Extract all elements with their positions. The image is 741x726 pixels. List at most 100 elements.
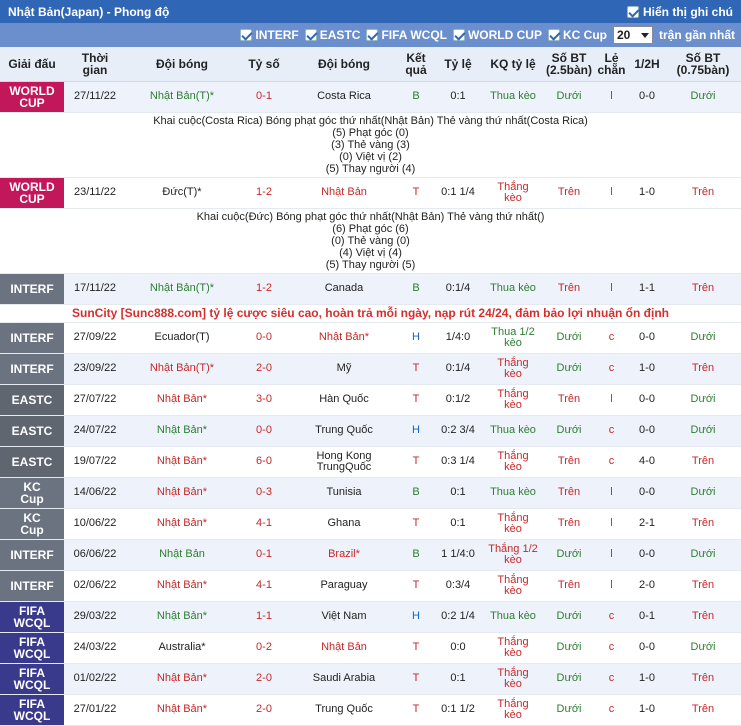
match-score[interactable]: 0-0 xyxy=(238,322,290,354)
league-badge[interactable]: KC Cup xyxy=(0,508,64,540)
match-score[interactable]: 0-2 xyxy=(238,632,290,664)
league-badge[interactable]: KC Cup xyxy=(0,477,64,509)
filter-interf-checkbox[interactable] xyxy=(240,29,253,41)
home-team[interactable]: Nhật Bản* xyxy=(126,415,238,447)
column-header: Số BT (0.75bàn) xyxy=(665,47,741,82)
match-score[interactable]: 0-3 xyxy=(238,477,290,509)
results-table: Giải đấu Thời gian Đội bóng Tỷ số Đội bóng Kết… xyxy=(0,47,741,726)
over-under-0-75: Dưới xyxy=(665,415,741,447)
match-date: 10/06/22 xyxy=(64,508,126,540)
away-team[interactable]: Paraguay xyxy=(290,570,398,602)
home-team[interactable]: Nhật Bản* xyxy=(126,663,238,695)
table-row: INTERF 06/06/22 Nhật Bản 0-1 Brazil* B 1 1/4:0… xyxy=(0,539,741,571)
home-team[interactable]: Nhật Bản* xyxy=(126,508,238,540)
filter-eastc-checkbox[interactable] xyxy=(304,29,317,41)
match-score[interactable]: 1-1 xyxy=(238,601,290,633)
match-date: 27/11/22 xyxy=(64,81,126,113)
away-team[interactable]: Nhật Bản xyxy=(290,632,398,664)
league-badge[interactable]: WORLD CUP xyxy=(0,177,64,209)
filter-eastc[interactable]: EASTC xyxy=(304,28,360,42)
home-team[interactable]: Nhật Bản(T)* xyxy=(126,353,238,385)
show-notes-checkbox[interactable] xyxy=(627,5,639,18)
filter-interf[interactable]: INTERF xyxy=(240,28,299,42)
away-team[interactable]: Mỹ xyxy=(290,353,398,385)
away-team[interactable]: Việt Nam xyxy=(290,601,398,633)
match-score[interactable]: 0-0 xyxy=(238,415,290,447)
away-team[interactable]: Nhật Bản xyxy=(290,177,398,209)
home-team[interactable]: Nhật Bản* xyxy=(126,570,238,602)
match-score[interactable]: 1-2 xyxy=(238,177,290,209)
match-score[interactable]: 3-0 xyxy=(238,384,290,416)
match-detail-row: Khai cuộc(Costa Rica) Bóng phạt góc thứ … xyxy=(0,112,741,178)
over-under-2-5: Dưới xyxy=(544,539,594,571)
away-team[interactable]: Nhật Bản* xyxy=(290,322,398,354)
filter-kc-cup-checkbox[interactable] xyxy=(547,29,560,41)
league-badge[interactable]: EASTC xyxy=(0,415,64,447)
league-badge[interactable]: INTERF xyxy=(0,570,64,602)
home-team[interactable]: Nhật Bản xyxy=(126,539,238,571)
match-count-select[interactable]: 20 xyxy=(612,26,653,44)
page-title: Nhật Bản(Japan) - Phong độ xyxy=(8,4,170,19)
away-team[interactable]: Costa Rica xyxy=(290,81,398,113)
league-badge[interactable]: INTERF xyxy=(0,322,64,354)
league-badge[interactable]: WORLD CUP xyxy=(0,81,64,113)
match-score[interactable]: 2-0 xyxy=(238,663,290,695)
match-score[interactable]: 2-0 xyxy=(238,353,290,385)
home-team[interactable]: Nhật Bản* xyxy=(126,694,238,726)
handicap-result: Thua kèo xyxy=(482,477,544,509)
match-score[interactable]: 0-1 xyxy=(238,539,290,571)
league-badge[interactable]: EASTC xyxy=(0,384,64,416)
home-team[interactable]: Nhật Bản* xyxy=(126,384,238,416)
handicap-odds: 1/4:0 xyxy=(434,322,482,354)
league-badge[interactable]: INTERF xyxy=(0,353,64,385)
filter-fifa-wcql-checkbox[interactable] xyxy=(366,29,379,41)
match-score[interactable]: 4-1 xyxy=(238,570,290,602)
league-badge[interactable]: FIFA WCQL xyxy=(0,601,64,633)
away-team[interactable]: Trung Quốc xyxy=(290,694,398,726)
away-team[interactable]: Saudi Arabia xyxy=(290,663,398,695)
half-time-score: 4-0 xyxy=(629,446,665,478)
table-header-row: Giải đấu Thời gian Đội bóng Tỷ số Đội bóng Kết… xyxy=(0,47,741,82)
filter-world-cup[interactable]: WORLD CUP xyxy=(452,28,542,42)
handicap-result: Thắng kèo xyxy=(482,384,544,416)
away-team[interactable]: Hong Kong TrungQuốc xyxy=(290,446,398,478)
ad-banner-link[interactable]: SunCity [Sunc888.com] tỷ lệ cược siêu ca… xyxy=(0,304,741,323)
away-team[interactable]: Hàn Quốc xyxy=(290,384,398,416)
handicap-odds: 0:1 xyxy=(434,477,482,509)
over-under-0-75: Dưới xyxy=(665,477,741,509)
home-team[interactable]: Đức(T)* xyxy=(126,177,238,209)
match-result: B xyxy=(398,81,434,113)
home-team[interactable]: Nhật Bản* xyxy=(126,477,238,509)
table-row: INTERF 17/11/22 Nhật Bản(T)* 1-2 Canada B 0:1/… xyxy=(0,273,741,305)
half-time-score: 1-0 xyxy=(629,353,665,385)
match-date: 17/11/22 xyxy=(64,273,126,305)
match-score[interactable]: 6-0 xyxy=(238,446,290,478)
home-team[interactable]: Nhật Bản(T)* xyxy=(126,273,238,305)
away-team[interactable]: Tunisia xyxy=(290,477,398,509)
league-badge[interactable]: INTERF xyxy=(0,539,64,571)
match-score[interactable]: 0-1 xyxy=(238,81,290,113)
home-team[interactable]: Nhật Bản(T)* xyxy=(126,81,238,113)
home-team[interactable]: Australia* xyxy=(126,632,238,664)
league-badge[interactable]: FIFA WCQL xyxy=(0,663,64,695)
league-badge[interactable]: EASTC xyxy=(0,446,64,478)
league-badge[interactable]: INTERF xyxy=(0,273,64,305)
away-team[interactable]: Trung Quốc xyxy=(290,415,398,447)
away-team[interactable]: Ghana xyxy=(290,508,398,540)
match-score[interactable]: 4-1 xyxy=(238,508,290,540)
filter-fifa-wcql[interactable]: FIFA WCQL xyxy=(366,28,447,42)
away-team[interactable]: Canada xyxy=(290,273,398,305)
match-score[interactable]: 2-0 xyxy=(238,694,290,726)
away-team[interactable]: Brazil* xyxy=(290,539,398,571)
filter-kc-cup[interactable]: KC Cup xyxy=(547,28,607,42)
match-score[interactable]: 1-2 xyxy=(238,273,290,305)
table-row: EASTC 27/07/22 Nhật Bản* 3-0 Hàn Quốc T 0:1/2 T… xyxy=(0,384,741,416)
filter-world-cup-checkbox[interactable] xyxy=(452,29,465,41)
match-date: 27/07/22 xyxy=(64,384,126,416)
show-notes-toggle[interactable]: Hiển thị ghi chú xyxy=(627,5,733,19)
home-team[interactable]: Ecuador(T) xyxy=(126,322,238,354)
league-badge[interactable]: FIFA WCQL xyxy=(0,632,64,664)
league-badge[interactable]: FIFA WCQL xyxy=(0,694,64,726)
home-team[interactable]: Nhật Bản* xyxy=(126,601,238,633)
home-team[interactable]: Nhật Bản* xyxy=(126,446,238,478)
